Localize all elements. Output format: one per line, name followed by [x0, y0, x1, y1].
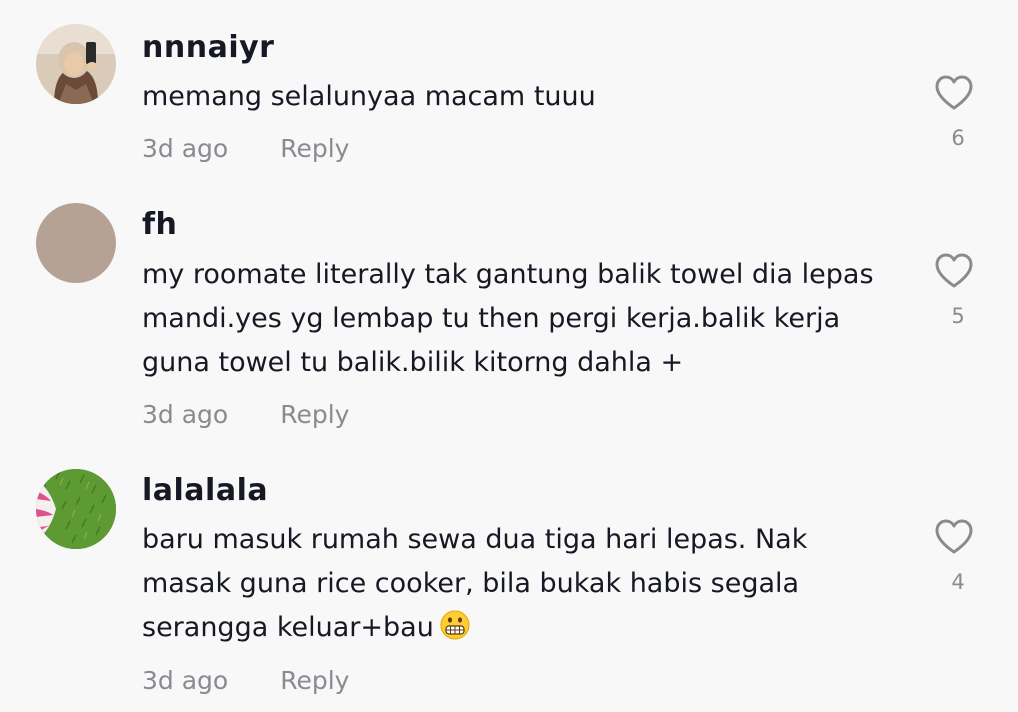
heart-icon[interactable]: [933, 250, 975, 292]
grass-photo-avatar: [36, 469, 116, 549]
reply-button[interactable]: Reply: [280, 400, 349, 429]
timestamp: 3d ago: [142, 134, 229, 163]
timestamp: 3d ago: [142, 400, 229, 429]
username[interactable]: fh: [142, 207, 177, 242]
avatar[interactable]: [36, 203, 116, 283]
heart-icon[interactable]: [933, 516, 975, 558]
like-count: 4: [951, 570, 965, 594]
like-count: 6: [951, 126, 965, 150]
heart-icon[interactable]: [933, 72, 975, 114]
comment-text-body: baru masuk rumah sewa dua tiga hari lepa…: [142, 524, 808, 643]
like-count: 5: [951, 304, 965, 328]
comment-text: memang selalunyaa macam tuuu: [142, 81, 596, 112]
username[interactable]: lalalala: [142, 473, 268, 508]
comment-meta: 3d ago Reply: [142, 400, 349, 429]
reply-button[interactable]: Reply: [280, 134, 349, 163]
comment-text: my roomate literally tak gantung balik t…: [142, 259, 874, 378]
reply-button[interactable]: Reply: [280, 666, 349, 695]
comment-list: nnnaiyr memang selalunyaa macam tuuu 3d …: [0, 0, 1018, 712]
grimacing-face-icon: [440, 610, 470, 654]
avatar[interactable]: [36, 24, 116, 104]
username[interactable]: nnnaiyr: [142, 30, 274, 65]
timestamp: 3d ago: [142, 666, 229, 695]
comment-meta: 3d ago Reply: [142, 134, 349, 163]
comment-text: baru masuk rumah sewa dua tiga hari lepa…: [142, 518, 902, 654]
user-photo-avatar: [36, 24, 116, 104]
comment-meta: 3d ago Reply: [142, 666, 349, 695]
avatar[interactable]: [36, 469, 116, 549]
